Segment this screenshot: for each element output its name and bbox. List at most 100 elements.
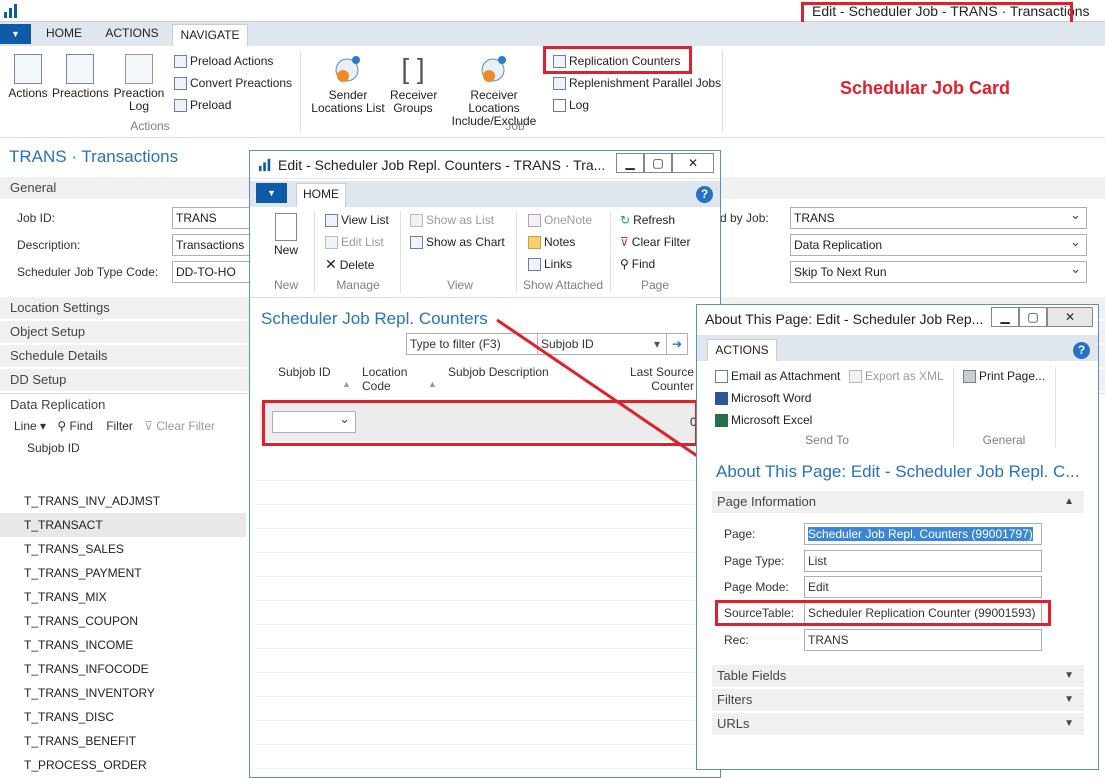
minimize-button[interactable]: ▁ <box>991 307 1019 327</box>
counters-window-title: Edit - Scheduler Job Repl. Counters - TR… <box>278 157 606 173</box>
receiver-groups-button[interactable]: [ ] Receiver Groups <box>388 54 438 115</box>
column-header-location-code: Location Code <box>362 365 408 393</box>
microsoft-excel-button[interactable]: Microsoft Excel <box>715 411 812 429</box>
group-label: Show Attached <box>522 278 604 292</box>
apply-filter-button[interactable]: ➔ <box>666 333 688 355</box>
delete-button[interactable]: ✕ Delete <box>325 255 374 273</box>
tab-home[interactable]: HOME <box>296 183 346 207</box>
maximize-button[interactable]: ▢ <box>1019 307 1047 327</box>
job-id-field[interactable]: TRANS <box>172 207 252 229</box>
excel-icon <box>715 414 728 428</box>
description-field[interactable]: Transactions <box>172 234 252 256</box>
table-fields-label: Table Fields <box>717 668 787 683</box>
empty-rows <box>256 457 712 777</box>
job-category-field[interactable]: Data Replication <box>790 234 1087 256</box>
convert-preactions-button[interactable]: Convert Preactions <box>174 74 292 92</box>
tab-home[interactable]: HOME <box>46 26 82 40</box>
preload-actions-button[interactable]: Preload Actions <box>174 52 273 70</box>
group-label: Page <box>640 278 670 292</box>
group-label: View <box>447 278 473 292</box>
sender-locations-button[interactable]: Sender Locations List <box>310 54 386 115</box>
refresh-button[interactable]: ↻ Refresh <box>620 211 675 229</box>
log-button[interactable]: Log <box>553 96 589 114</box>
job-type-field[interactable]: DD-TO-HO <box>172 261 252 283</box>
minimize-button[interactable]: ▁ <box>616 153 644 173</box>
list-item[interactable]: T_TRANS_COUPON <box>0 609 246 633</box>
rec-field[interactable]: TRANS <box>804 629 1042 651</box>
list-item[interactable]: T_TRANS_BENEFIT <box>0 729 246 753</box>
list-item[interactable]: T_TRANS_INCOME <box>0 633 246 657</box>
refresh-label: Refresh <box>633 213 676 227</box>
preload-button[interactable]: Preload <box>174 96 231 114</box>
links-button[interactable]: Links <box>528 255 572 273</box>
close-button[interactable]: ✕ <box>672 153 714 173</box>
close-button[interactable]: ✕ <box>1047 307 1093 327</box>
tab-actions[interactable]: ACTIONS <box>104 26 160 40</box>
list-item[interactable]: T_TRANS_SALES <box>0 537 246 561</box>
run-option-field[interactable]: Skip To Next Run <box>790 261 1087 283</box>
tab-navigate[interactable]: NAVIGATE <box>172 24 248 46</box>
description-label: Description: <box>17 238 81 252</box>
urls-label: URLs <box>717 716 750 731</box>
page-type-field[interactable]: List <box>804 550 1042 572</box>
preactions-button[interactable]: Preactions <box>52 54 109 100</box>
new-button[interactable]: New <box>264 213 308 257</box>
links-icon <box>528 258 541 272</box>
edit-list-button[interactable]: Edit List <box>325 233 384 251</box>
replenishment-parallel-jobs-button[interactable]: Replenishment Parallel Jobs <box>553 74 721 92</box>
clear-filter-button[interactable]: ⊽ Clear Filter <box>620 233 690 251</box>
list-item[interactable]: T_PROCESS_ORDER <box>0 753 246 777</box>
print-page-button[interactable]: Print Page... <box>963 367 1045 385</box>
list-item[interactable]: T_TRANS_MIX <box>0 585 246 609</box>
help-icon[interactable]: ? <box>696 186 713 203</box>
ribbon-divider <box>300 50 301 132</box>
about-window: About This Page: Edit - Scheduler Job Re… <box>696 304 1099 770</box>
receiver-locations-button[interactable]: Receiver Locations Include/Exclude <box>442 54 546 128</box>
help-icon[interactable]: ? <box>1073 342 1090 359</box>
preaction-log-button[interactable]: Preaction Log <box>110 54 168 113</box>
ribbon-divider <box>1055 367 1056 447</box>
notes-button[interactable]: Notes <box>528 233 575 251</box>
actions-button[interactable]: Actions <box>4 54 52 100</box>
filters-tab[interactable]: Filters ▼ <box>712 689 1084 711</box>
filter-field-select[interactable]: Subjob ID ▾ <box>537 333 667 355</box>
clear-filter-button[interactable]: Clear Filter <box>156 419 215 433</box>
onenote-button[interactable]: OneNote <box>528 211 592 229</box>
app-icon <box>4 4 17 18</box>
line-menu[interactable]: Line <box>14 419 37 433</box>
microsoft-word-button[interactable]: Microsoft Word <box>715 389 811 407</box>
show-as-chart-button[interactable]: Show as Chart <box>410 233 505 251</box>
filter-button[interactable]: Filter <box>106 419 133 433</box>
list-item[interactable]: T_TRANS_INVENTORY <box>0 681 246 705</box>
convert-preactions-icon <box>174 77 187 91</box>
ribbon-divider <box>400 211 401 293</box>
list-item[interactable]: T_TRANSACT <box>0 513 246 537</box>
table-fields-tab[interactable]: Table Fields ▼ <box>712 665 1084 687</box>
preload-icon <box>174 99 187 113</box>
list-item[interactable]: T_TRANS_DISC <box>0 705 246 729</box>
clear-filter-label: Clear Filter <box>631 235 691 249</box>
view-list-button[interactable]: View List <box>325 211 389 229</box>
list-item[interactable]: T_TRANS_INFOCODE <box>0 657 246 681</box>
show-as-list-button[interactable]: Show as List <box>410 211 494 229</box>
export-xml-button[interactable]: Export as XML <box>849 367 944 385</box>
page-mode-field[interactable]: Edit <box>804 576 1042 598</box>
preactions-label: Preactions <box>52 86 109 100</box>
tab-actions[interactable]: ACTIONS <box>707 339 777 361</box>
page-field[interactable]: Scheduler Job Repl. Counters (99001797) <box>804 523 1042 545</box>
urls-tab[interactable]: URLs ▼ <box>712 713 1084 735</box>
filter-input[interactable]: Type to filter (F3) <box>406 333 538 355</box>
globe-gear-icon <box>335 56 360 82</box>
email-attachment-button[interactable]: Email as Attachment <box>715 367 840 385</box>
find-button[interactable]: Find <box>70 419 93 433</box>
list-item[interactable]: T_TRANS_INV_ADJMST <box>0 489 246 513</box>
app-menu-button[interactable]: ▼ <box>0 24 31 44</box>
app-menu-button[interactable]: ▼ <box>256 183 287 203</box>
print-page-label: Print Page... <box>979 369 1046 383</box>
page-information-tab[interactable]: Page Information ▲ <box>712 491 1084 513</box>
maximize-button[interactable]: ▢ <box>644 153 672 173</box>
find-button[interactable]: ⚲ Find <box>620 255 655 273</box>
email-attachment-label: Email as Attachment <box>731 369 841 383</box>
used-by-job-field[interactable]: TRANS <box>790 207 1087 229</box>
list-item[interactable]: T_TRANS_PAYMENT <box>0 561 246 585</box>
